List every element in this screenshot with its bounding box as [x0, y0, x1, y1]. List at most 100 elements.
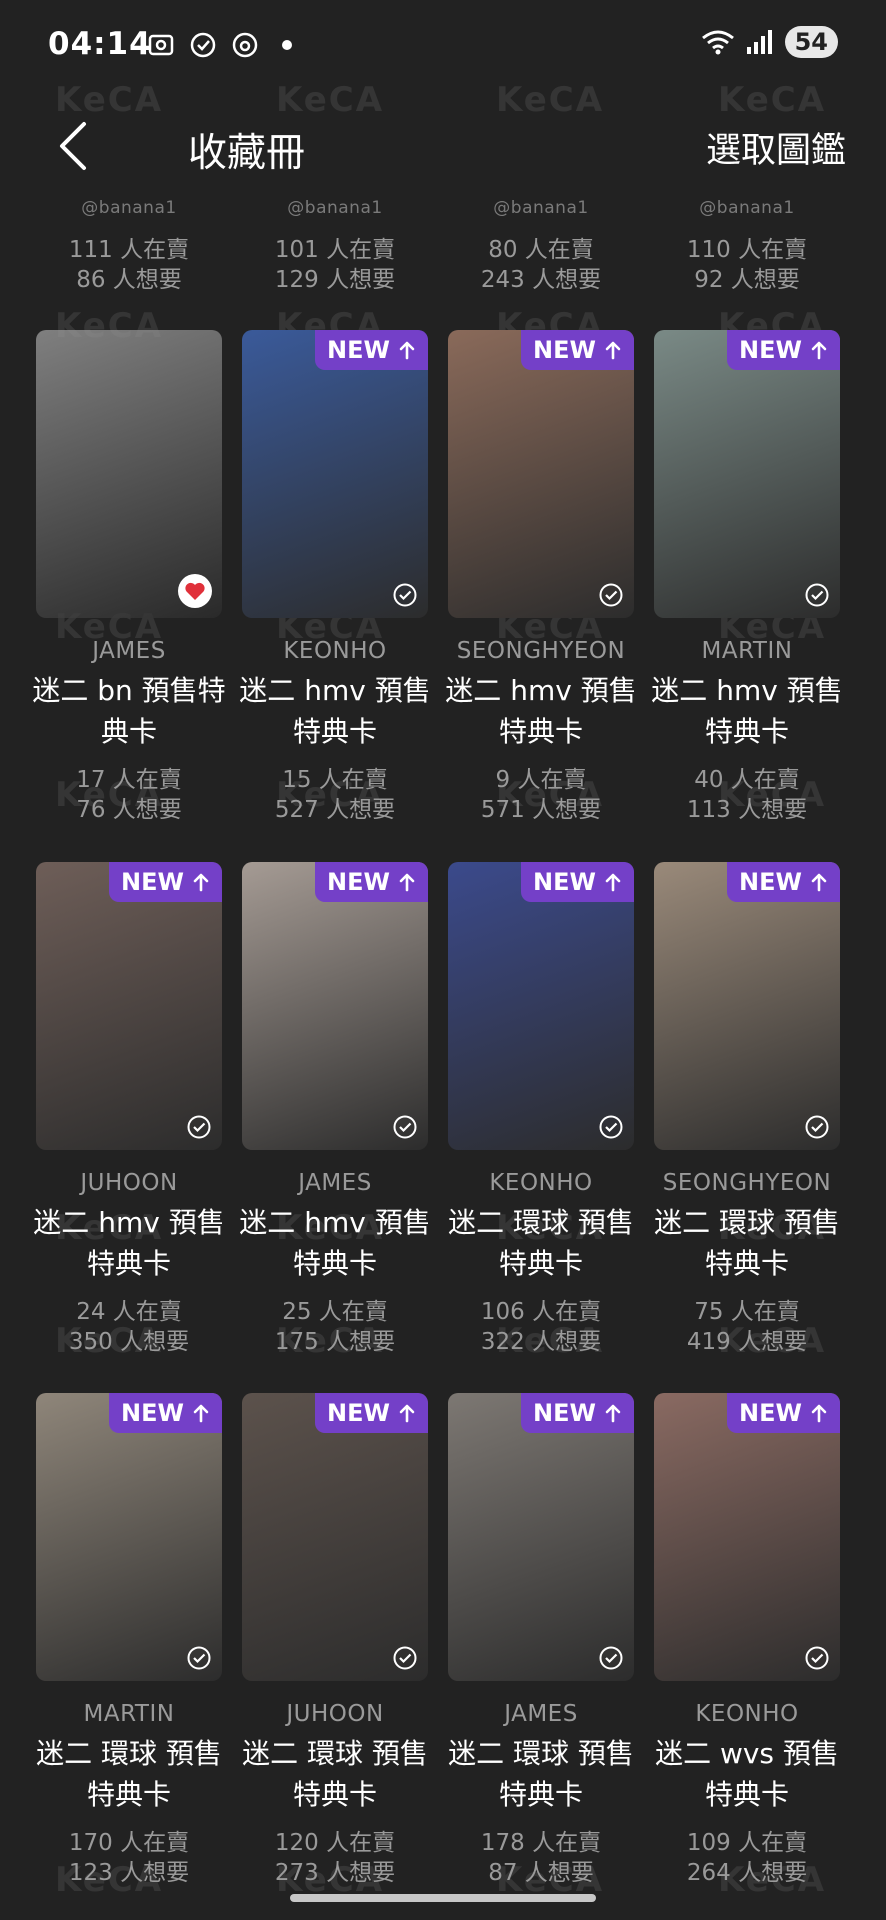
check-circle-icon[interactable] — [598, 1114, 624, 1140]
dot-icon — [282, 40, 292, 50]
arrow-up-icon — [399, 1404, 415, 1423]
photocard-thumbnail[interactable]: NEW — [448, 330, 634, 618]
photocard-want-count: 322 人想要 — [480, 1329, 602, 1355]
threads-icon — [232, 32, 258, 58]
new-badge-label: NEW — [533, 336, 596, 364]
photocard-member: SEONGHYEON — [662, 1170, 832, 1196]
select-collection-button[interactable]: 選取圖鑑 — [706, 122, 846, 173]
back-button[interactable] — [52, 118, 102, 174]
check-circle-icon[interactable] — [392, 1114, 418, 1140]
screenshot-icon — [148, 34, 174, 56]
arrow-up-icon — [193, 1404, 209, 1423]
photocard-title: 迷二 環球 預售 特典卡 — [448, 1737, 634, 1811]
photocard-member: KEONHO — [283, 638, 387, 664]
photocard-thumbnail[interactable]: NEW — [242, 330, 428, 618]
battery-indicator: 54 — [784, 26, 838, 58]
new-badge: NEW — [727, 1393, 840, 1433]
check-circle-icon[interactable] — [392, 1645, 418, 1671]
check-circle-icon[interactable] — [804, 1645, 830, 1671]
photocard-sell-count: 170 人在賣 — [68, 1830, 190, 1856]
arrow-up-icon — [605, 1404, 621, 1423]
photocard-title: 迷二 環球 預售 特典卡 — [654, 1206, 840, 1280]
top-card-want-count: 129 人想要 — [274, 267, 396, 293]
check-circle-status-icon — [190, 32, 216, 58]
arrow-up-icon — [399, 341, 415, 360]
check-circle-icon[interactable] — [804, 1114, 830, 1140]
check-circle-icon[interactable] — [186, 1645, 212, 1671]
photocard-title: 迷二 hmv 預售 特典卡 — [33, 1206, 225, 1280]
arrow-up-icon — [811, 1404, 827, 1423]
photocard-title: 迷二 bn 預售特典卡 — [32, 674, 226, 748]
new-badge-label: NEW — [533, 1399, 596, 1427]
photocard-sell-count: 15 人在賣 — [282, 767, 388, 793]
signal-icon — [746, 30, 772, 54]
photocard-sell-count: 9 人在賣 — [495, 767, 587, 793]
photocard-thumbnail[interactable]: NEW — [448, 862, 634, 1150]
top-card-handle: @banana1 — [81, 198, 177, 218]
photocard-title: 迷二 wvs 預售 特典卡 — [655, 1737, 839, 1811]
photocard-image — [448, 862, 634, 1150]
top-card-sell-count: 111 人在賣 — [68, 237, 190, 263]
photocard-member: KEONHO — [489, 1170, 593, 1196]
check-circle-icon[interactable] — [804, 582, 830, 608]
photocard-sell-count: 17 人在賣 — [76, 767, 182, 793]
photocard-image — [242, 330, 428, 618]
check-circle-icon[interactable] — [186, 1114, 212, 1140]
photocard-want-count: 350 人想要 — [68, 1329, 190, 1355]
photocard-sell-count: 24 人在賣 — [76, 1299, 182, 1325]
check-circle-icon[interactable] — [392, 582, 418, 608]
photocard-title: 迷二 hmv 預售 特典卡 — [445, 674, 637, 748]
check-circle-icon[interactable] — [598, 1645, 624, 1671]
top-card-want-count: 243 人想要 — [480, 267, 602, 293]
photocard-member: KEONHO — [695, 1701, 799, 1727]
new-badge: NEW — [315, 862, 428, 902]
top-card-handle: @banana1 — [493, 198, 589, 218]
arrow-up-icon — [811, 341, 827, 360]
photocard-thumbnail[interactable] — [36, 330, 222, 618]
photocard-sell-count: 25 人在賣 — [282, 1299, 388, 1325]
heart-icon[interactable] — [178, 574, 212, 608]
new-badge: NEW — [521, 1393, 634, 1433]
photocard-want-count: 419 人想要 — [686, 1329, 808, 1355]
photocard-member: JAMES — [298, 1170, 372, 1196]
photocard-thumbnail[interactable]: NEW — [36, 862, 222, 1150]
photocard-thumbnail[interactable]: NEW — [448, 1393, 634, 1681]
photocard-image — [654, 1393, 840, 1681]
arrow-up-icon — [193, 873, 209, 892]
new-badge-label: NEW — [121, 868, 184, 896]
photocard-title: 迷二 環球 預售 特典卡 — [242, 1737, 428, 1811]
photocard-thumbnail[interactable]: NEW — [36, 1393, 222, 1681]
top-card-want-count: 86 人想要 — [76, 267, 182, 293]
page-title: 收藏冊 — [188, 131, 306, 176]
check-circle-icon[interactable] — [598, 582, 624, 608]
status-bar: 04:14 54 — [0, 0, 886, 90]
arrow-up-icon — [605, 873, 621, 892]
photocard-sell-count: 120 人在賣 — [274, 1830, 396, 1856]
photocard-member: MARTIN — [701, 638, 793, 664]
top-card-want-count: 92 人想要 — [694, 267, 800, 293]
photocard-want-count: 273 人想要 — [274, 1860, 396, 1886]
home-indicator[interactable] — [290, 1894, 596, 1902]
photocard-thumbnail[interactable]: NEW — [654, 330, 840, 618]
photocard-title: 迷二 hmv 預售 特典卡 — [239, 674, 431, 748]
new-badge-label: NEW — [739, 1399, 802, 1427]
photocard-image — [242, 1393, 428, 1681]
chevron-left-icon — [60, 122, 86, 170]
photocard-sell-count: 178 人在賣 — [480, 1830, 602, 1856]
photocard-thumbnail[interactable]: NEW — [654, 1393, 840, 1681]
new-badge: NEW — [727, 862, 840, 902]
arrow-up-icon — [399, 873, 415, 892]
photocard-thumbnail[interactable]: NEW — [242, 1393, 428, 1681]
photocard-title: 迷二 環球 預售 特典卡 — [448, 1206, 634, 1280]
photocard-want-count: 175 人想要 — [274, 1329, 396, 1355]
photocard-thumbnail[interactable]: NEW — [242, 862, 428, 1150]
photocard-member: JUHOON — [80, 1170, 178, 1196]
photocard-member: JAMES — [504, 1701, 578, 1727]
photocard-member: SEONGHYEON — [456, 638, 626, 664]
new-badge: NEW — [315, 330, 428, 370]
new-badge: NEW — [315, 1393, 428, 1433]
status-system-icons: 54 — [701, 26, 838, 58]
photocard-thumbnail[interactable]: NEW — [654, 862, 840, 1150]
new-badge: NEW — [727, 330, 840, 370]
photocard-image — [654, 862, 840, 1150]
